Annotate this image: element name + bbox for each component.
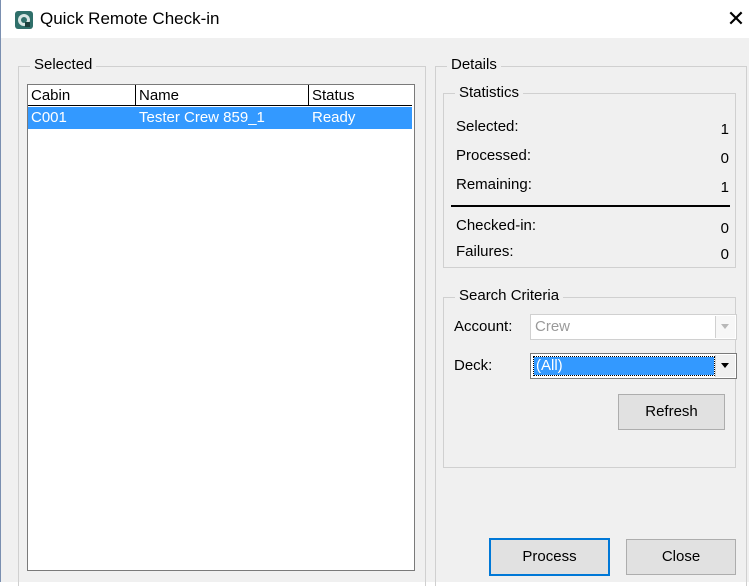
- title-bar: Quick Remote Check-in ✕: [1, 0, 749, 38]
- table-row[interactable]: C001 Tester Crew 859_1 Ready: [28, 107, 412, 129]
- checkedin-count-value: 0: [720, 220, 729, 237]
- processed-count-label: Processed:: [456, 147, 532, 164]
- remaining-count-label: Remaining:: [456, 176, 532, 193]
- column-header-status[interactable]: Status: [309, 85, 412, 106]
- account-label: Account:: [454, 318, 513, 335]
- close-icon[interactable]: ✕: [723, 6, 749, 32]
- deck-select-value: (All): [536, 357, 563, 374]
- column-header-name[interactable]: Name: [136, 85, 309, 106]
- column-header-cabin[interactable]: Cabin: [28, 85, 136, 106]
- search-criteria-group-label: Search Criteria: [455, 287, 564, 304]
- selected-list[interactable]: Cabin Name Status C001 Tester Crew 859_1…: [27, 84, 415, 571]
- statistics-divider: [451, 205, 730, 207]
- account-dropdown-button: [715, 316, 735, 338]
- selected-count-value: 1: [720, 121, 729, 138]
- cell-cabin: C001: [31, 109, 67, 126]
- quick-remote-checkin-dialog: Quick Remote Check-in ✕ Selected Cabin N…: [0, 0, 749, 586]
- close-button[interactable]: Close: [626, 539, 736, 575]
- account-select-value: Crew: [535, 318, 571, 335]
- list-header: Cabin Name Status: [28, 85, 412, 107]
- chevron-down-icon: [721, 363, 729, 368]
- deck-select[interactable]: (All): [530, 353, 737, 379]
- window-title: Quick Remote Check-in: [40, 9, 220, 28]
- cell-status: Ready: [312, 109, 356, 126]
- deck-label: Deck:: [454, 357, 493, 374]
- app-icon: [15, 11, 33, 29]
- failures-count-value: 0: [720, 246, 729, 263]
- remaining-count-value: 1: [720, 179, 729, 196]
- failures-count-label: Failures:: [456, 243, 514, 260]
- selected-count-label: Selected:: [456, 118, 519, 135]
- statistics-group-label: Statistics: [455, 84, 524, 101]
- deck-dropdown-button[interactable]: [715, 355, 735, 377]
- processed-count-value: 0: [720, 150, 729, 167]
- refresh-button[interactable]: Refresh: [618, 394, 725, 430]
- details-group-label: Details: [447, 56, 501, 73]
- selected-group-label: Selected: [30, 56, 97, 73]
- account-select: Crew: [530, 314, 737, 340]
- checkedin-count-label: Checked-in:: [456, 217, 537, 234]
- cell-name: Tester Crew 859_1: [139, 109, 265, 126]
- chevron-down-icon: [721, 324, 729, 329]
- process-button[interactable]: Process: [489, 538, 610, 576]
